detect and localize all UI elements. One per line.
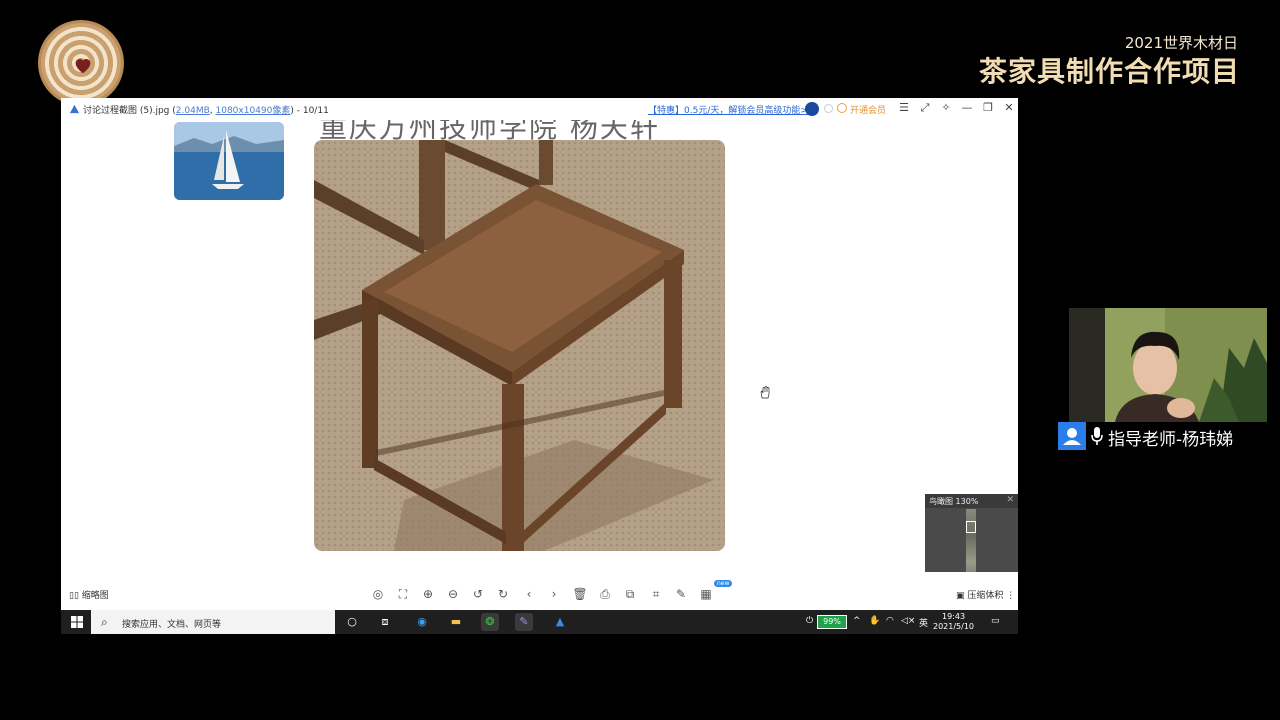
notifications-icon[interactable]: ▭ xyxy=(991,616,1000,626)
sailboat-image xyxy=(174,122,284,200)
vip-promo-link[interactable]: 【特惠】0.5元/天，解锁会员高级功能> xyxy=(648,103,808,116)
event-logo xyxy=(38,20,124,106)
apps-icon[interactable]: ▦ xyxy=(698,586,714,602)
file-explorer-icon[interactable]: ▬ xyxy=(447,613,465,631)
close-button[interactable]: ✕ xyxy=(1002,101,1016,115)
birdseye-viewport-box[interactable] xyxy=(966,521,976,533)
edge-icon[interactable]: ◉ xyxy=(413,613,431,631)
pin-icon[interactable]: ✧ xyxy=(939,101,953,115)
presenter-tag: 指导老师-杨玮娣 xyxy=(1058,422,1268,450)
file-info: 讨论过程截图 (5).jpg (2.04MB, 1080x10490像素) - … xyxy=(83,103,329,116)
tray-expand-icon[interactable]: ^ xyxy=(853,616,861,626)
delete-icon[interactable]: 🗑 xyxy=(572,586,588,602)
menu-icon[interactable]: ☰ xyxy=(897,101,911,115)
clock-date: 2021/5/10 xyxy=(933,622,975,631)
heart-icon xyxy=(75,59,91,74)
vip-icon xyxy=(837,103,847,113)
search-placeholder: 搜索应用、文档、网页等 xyxy=(122,620,222,630)
user-avatar[interactable] xyxy=(805,102,819,116)
new-badge: new xyxy=(714,580,733,587)
maximize-button[interactable]: ❐ xyxy=(981,101,995,115)
tray-app-icon[interactable]: ✋ xyxy=(869,616,880,626)
image-viewer-taskbar-icon[interactable]: ▲ xyxy=(551,613,569,631)
edit-icon[interactable]: ✎ xyxy=(673,586,689,602)
file-dimensions-link[interactable]: 1080x10490像素 xyxy=(216,106,291,116)
compress-icon: ▣ xyxy=(956,591,968,601)
page-counter: ) - 10/11 xyxy=(290,106,329,116)
pen-app-icon[interactable]: ✎ xyxy=(515,613,533,631)
battery-indicator[interactable]: 99% xyxy=(817,615,847,629)
microphone-icon xyxy=(1091,427,1103,445)
wifi-icon[interactable]: ◠ xyxy=(886,616,894,626)
fullscreen-icon[interactable]: ⤢ xyxy=(918,101,932,115)
user-icon xyxy=(1058,422,1086,450)
viewer-app-icon xyxy=(69,104,80,114)
compress-button[interactable]: ▣ 压缩体积 ⋮ xyxy=(956,588,1015,601)
viewer-toolbar: ▯▯ 缩略图 ◎ ⛶ ⊕ ⊖ ↺ ↻ ‹ › 🗑 ⎙ ⧉ ⌗ ✎ ▦ new ▣… xyxy=(61,580,1018,606)
file-name: 讨论过程截图 (5).jpg ( xyxy=(83,106,176,116)
wechat-icon[interactable]: ❂ xyxy=(481,613,499,631)
volume-icon[interactable]: ◁× xyxy=(901,616,915,626)
taskbar-search[interactable]: ⌕ 搜索应用、文档、网页等 xyxy=(91,610,335,634)
hand-cursor-icon xyxy=(760,386,770,399)
zoom-out-icon[interactable]: ⊖ xyxy=(445,586,461,602)
birdseye-panel[interactable]: 鸟瞰图 130% ✕ xyxy=(925,494,1018,572)
copy-icon[interactable]: ⧉ xyxy=(622,586,638,602)
birdseye-label: 鸟瞰图 130% xyxy=(925,494,1018,508)
thumbnails-icon: ▯▯ xyxy=(69,591,82,601)
taskbar: ⌕ 搜索应用、文档、网页等 ○ ⧈ ◉ ▬ ❂ ✎ ▲ ⏻ 99% ^ ✋ ◠ … xyxy=(61,610,1018,634)
status-dot-icon xyxy=(824,104,833,113)
fit-screen-icon[interactable]: ⛶ xyxy=(395,586,411,602)
presenter-name: 指导老师-杨玮娣 xyxy=(1108,430,1234,450)
thumbnails-label: 缩略图 xyxy=(81,591,109,601)
search-icon: ⌕ xyxy=(101,615,108,629)
image-stage[interactable]: 重庆万州技师学院 杨天轩 鸟瞰图 130% ✕ xyxy=(61,120,1018,572)
rotate-left-icon[interactable]: ↺ xyxy=(470,586,486,602)
event-title: 茶家具制作合作项目 xyxy=(978,55,1240,88)
power-plug-icon: ⏻ xyxy=(806,616,814,626)
presenter-video xyxy=(1069,308,1267,422)
clock[interactable]: 19:43 2021/5/10 xyxy=(933,612,974,632)
zoom-in-icon[interactable]: ⊕ xyxy=(420,586,436,602)
windows-start-icon[interactable] xyxy=(71,616,83,628)
print-icon[interactable]: ⎙ xyxy=(597,586,613,602)
ime-indicator[interactable]: 英 xyxy=(919,616,928,629)
compress-label: 压缩体积 xyxy=(967,591,1004,601)
birdseye-minimap[interactable] xyxy=(966,509,976,572)
birdseye-close-icon[interactable]: ✕ xyxy=(1006,495,1014,505)
image-viewer-window: 讨论过程截图 (5).jpg (2.04MB, 1080x10490像素) - … xyxy=(61,98,1018,610)
file-size-link[interactable]: 2.04MB xyxy=(176,106,210,116)
task-view-icon[interactable]: ⧈ xyxy=(376,613,394,631)
next-icon[interactable]: › xyxy=(546,586,562,602)
previous-icon[interactable]: ‹ xyxy=(521,586,537,602)
thumbnails-button[interactable]: ▯▯ 缩略图 xyxy=(69,588,109,601)
cortana-icon[interactable]: ○ xyxy=(343,613,361,631)
mouse-mode-icon[interactable]: ◎ xyxy=(370,586,386,602)
minimize-button[interactable]: — xyxy=(960,101,974,115)
stool-photo xyxy=(314,140,725,551)
screenshot-icon[interactable]: ⌗ xyxy=(648,586,664,602)
open-vip-button[interactable]: 开通会员 xyxy=(850,103,886,116)
viewer-titlebar: 讨论过程截图 (5).jpg (2.04MB, 1080x10490像素) - … xyxy=(61,98,1018,120)
clock-time: 19:43 xyxy=(941,612,966,621)
rotate-right-icon[interactable]: ↻ xyxy=(495,586,511,602)
